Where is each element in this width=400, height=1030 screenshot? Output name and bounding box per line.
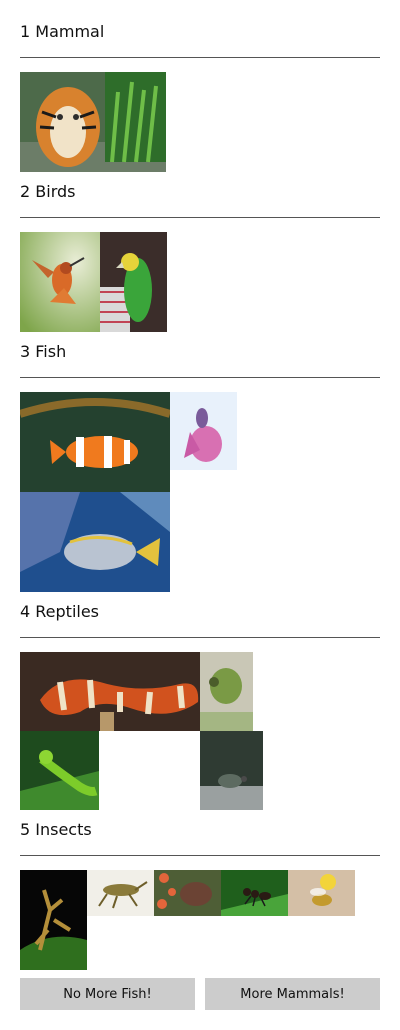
mantis-photo[interactable] xyxy=(20,870,87,970)
group-divider xyxy=(20,377,380,378)
grasshopper-photo[interactable] xyxy=(87,870,154,916)
group-heading-insects: 5 Insects xyxy=(20,820,92,839)
butterfly-photo[interactable] xyxy=(154,870,221,916)
group-divider xyxy=(20,637,380,638)
group-heading-mammal: 1 Mammal xyxy=(20,22,105,41)
snake-photo[interactable] xyxy=(20,652,200,731)
group-heading-reptiles: 4 Reptiles xyxy=(20,602,100,621)
group-heading-fish: 3 Fish xyxy=(20,342,67,361)
no-more-fish-button[interactable]: No More Fish! xyxy=(20,978,195,1010)
chameleon-photo[interactable] xyxy=(200,652,253,731)
more-mammals-button[interactable]: More Mammals! xyxy=(205,978,380,1010)
tiger-photo[interactable] xyxy=(20,72,166,172)
bee-photo[interactable] xyxy=(288,870,355,916)
group-divider xyxy=(20,57,380,58)
ant-photo[interactable] xyxy=(221,870,288,916)
betta-fish-photo[interactable] xyxy=(170,392,237,470)
group-divider xyxy=(20,217,380,218)
group-heading-birds: 2 Birds xyxy=(20,182,76,201)
lizard-photo[interactable] xyxy=(20,731,99,810)
clownfish-photo[interactable] xyxy=(20,392,170,492)
group-divider xyxy=(20,855,380,856)
hummingbird-photo[interactable] xyxy=(20,232,100,332)
turtle-photo[interactable] xyxy=(200,731,263,810)
tang-fish-photo[interactable] xyxy=(20,492,170,592)
parrot-photo[interactable] xyxy=(100,232,167,332)
